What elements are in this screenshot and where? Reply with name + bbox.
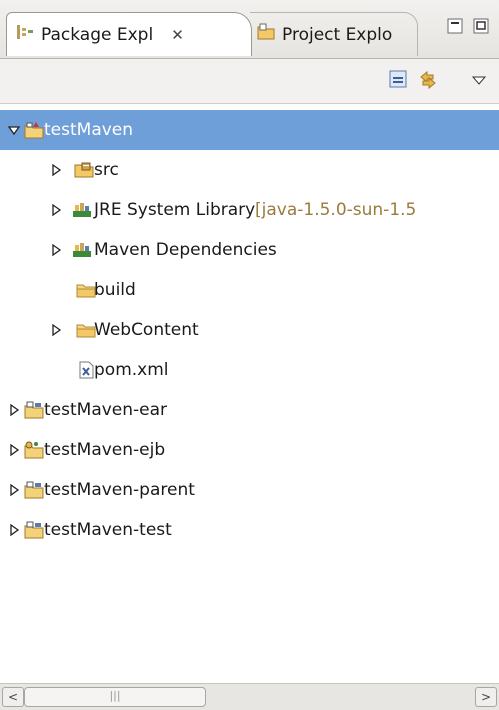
link-with-editor-icon[interactable] (417, 69, 439, 96)
folder-icon (76, 281, 96, 299)
scrollbar-thumb[interactable]: ||| (24, 687, 206, 707)
xml-file-icon (76, 361, 96, 379)
tree-item-label: pom.xml (94, 360, 169, 380)
tree-item-label: WebContent (94, 320, 199, 340)
tree-item-pom-xml[interactable]: pom.xml (0, 350, 499, 390)
tree-item-testmaven-test[interactable]: testMaven-test (0, 510, 499, 550)
package-explorer-icon (15, 23, 35, 46)
project-icon (24, 521, 44, 539)
tree-item-webcontent[interactable]: WebContent (0, 310, 499, 350)
minimize-icon[interactable] (447, 18, 463, 38)
tree-item-label: JRE System Library (94, 200, 256, 220)
scroll-left-button[interactable]: < (2, 687, 24, 707)
collapse-arrow-icon[interactable] (50, 324, 62, 336)
tree-item-label: src (94, 160, 119, 180)
project-icon (24, 401, 44, 419)
view-toolbar (0, 59, 499, 104)
tree-item-testmaven-ejb[interactable]: testMaven-ejb (0, 430, 499, 470)
collapse-arrow-icon[interactable] (8, 404, 20, 416)
tree-item-build[interactable]: build (0, 270, 499, 310)
tree-item-testmaven-ear[interactable]: testMaven-ear (0, 390, 499, 430)
collapse-arrow-icon[interactable] (50, 244, 62, 256)
tree-item-src[interactable]: src (0, 150, 499, 190)
project-explorer-icon (256, 23, 276, 46)
tab-project-explorer[interactable]: Project Explo (250, 12, 418, 56)
tree-item-label: testMaven-test (44, 520, 172, 540)
collapse-arrow-icon[interactable] (8, 484, 20, 496)
folder-icon (76, 321, 96, 339)
ejb-project-icon (24, 441, 44, 459)
tab-label: Project Explo (282, 24, 393, 45)
maximize-icon[interactable] (473, 18, 489, 38)
project-tree: testMaven src JRE System Library [java-1.5… (0, 104, 499, 682)
tree-item-testmaven[interactable]: testMaven (0, 110, 499, 150)
collapse-arrow-icon[interactable] (50, 204, 62, 216)
library-icon (72, 201, 92, 219)
tree-item-testmaven-parent[interactable]: testMaven-parent (0, 470, 499, 510)
view-menu-icon[interactable] (471, 71, 487, 91)
tree-item-label: testMaven-ear (44, 400, 168, 420)
tab-label: Package Expl (41, 24, 154, 45)
tree-item-maven-dependencies[interactable]: Maven Dependencies (0, 230, 499, 270)
collapse-arrow-icon[interactable] (8, 444, 20, 456)
expand-arrow-icon[interactable] (8, 124, 20, 136)
horizontal-scrollbar[interactable]: < ||| > (0, 683, 499, 710)
tab-package-explorer[interactable]: Package Expl ✕ (6, 12, 252, 56)
tree-item-jre-system-library[interactable]: JRE System Library [java-1.5.0-sun-1.5 (0, 190, 499, 230)
tree-item-label: build (94, 280, 136, 300)
close-icon[interactable]: ✕ (171, 26, 184, 44)
maven-project-icon (24, 121, 44, 139)
collapse-arrow-icon[interactable] (8, 524, 20, 536)
tree-item-label: Maven Dependencies (94, 240, 277, 260)
tree-item-decoration: [java-1.5.0-sun-1.5 (255, 200, 417, 220)
tree-item-label: testMaven (44, 120, 134, 140)
project-icon (24, 481, 44, 499)
collapse-all-icon[interactable] (388, 69, 408, 94)
package-explorer-view: Package Expl ✕ Project Explo testMaven sr… (0, 0, 499, 710)
scroll-right-button[interactable]: > (475, 687, 497, 707)
collapse-arrow-icon[interactable] (50, 164, 62, 176)
tree-item-label: testMaven-parent (44, 480, 195, 500)
tree-item-label: testMaven-ejb (44, 440, 166, 460)
view-tab-strip: Package Expl ✕ Project Explo (0, 0, 499, 59)
library-icon (72, 241, 92, 259)
source-folder-icon (74, 161, 94, 179)
